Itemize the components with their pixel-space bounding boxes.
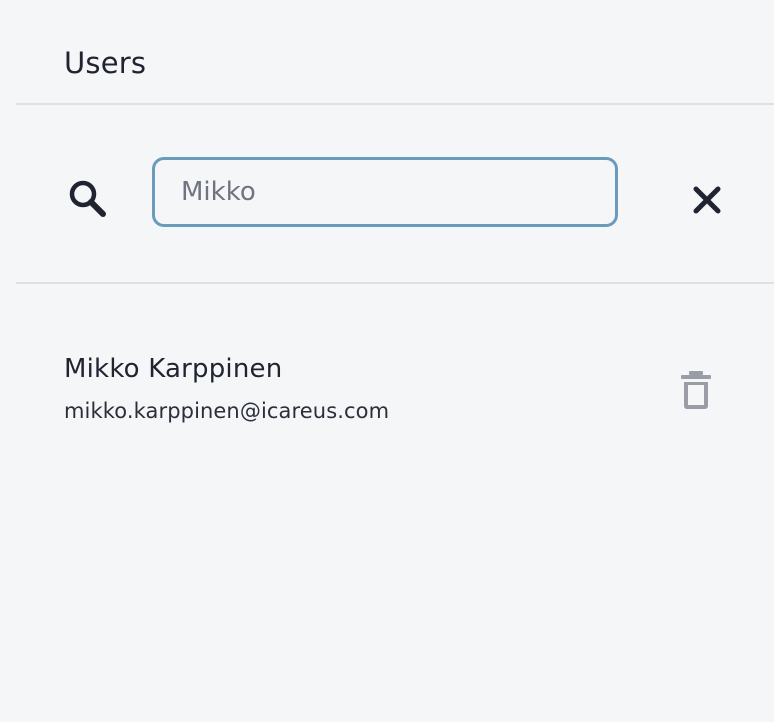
search-icon	[66, 177, 110, 221]
page-header: Users	[0, 0, 774, 104]
list-item[interactable]: Mikko Karppinen mikko.karppinen@icareus.…	[0, 284, 774, 444]
delete-user-button[interactable]	[676, 368, 716, 412]
clear-search-button[interactable]	[686, 179, 728, 221]
trash-icon	[681, 371, 711, 409]
user-name: Mikko Karppinen	[64, 354, 283, 384]
user-email: mikko.karppinen@icareus.com	[64, 399, 390, 423]
search-bar	[0, 105, 774, 282]
page-title: Users	[64, 46, 147, 80]
close-icon	[693, 186, 721, 214]
search-input[interactable]	[152, 157, 618, 227]
